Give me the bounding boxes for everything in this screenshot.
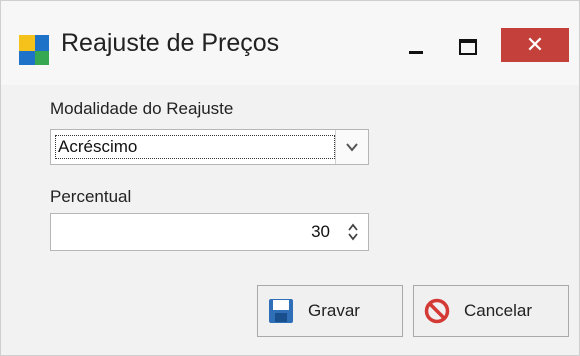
chevron-down-icon bbox=[346, 143, 358, 152]
percentual-input[interactable]: 30 bbox=[50, 213, 369, 251]
maximize-button[interactable] bbox=[445, 31, 491, 61]
save-button[interactable]: Gravar bbox=[257, 285, 403, 337]
no-entry-icon bbox=[424, 298, 450, 324]
spin-up-icon[interactable] bbox=[347, 222, 359, 232]
spin-down-icon[interactable] bbox=[347, 232, 359, 242]
app-icon bbox=[19, 35, 49, 65]
percentual-label: Percentual bbox=[50, 187, 132, 206]
save-label: Gravar bbox=[308, 301, 360, 320]
floppy-disk-icon bbox=[269, 299, 293, 323]
modalidade-select[interactable]: Acréscimo bbox=[50, 129, 369, 165]
close-icon: ✕ bbox=[525, 32, 545, 57]
minimize-button[interactable] bbox=[395, 31, 441, 61]
modalidade-value[interactable]: Acréscimo bbox=[55, 135, 335, 159]
spin-buttons[interactable] bbox=[338, 214, 368, 250]
dialog-window: Reajuste de Preços ✕ Modalidade do Reaju… bbox=[0, 0, 580, 356]
modalidade-label: Modalidade do Reajuste bbox=[50, 99, 234, 118]
close-button[interactable]: ✕ bbox=[501, 28, 569, 62]
window-title: Reajuste de Preços bbox=[61, 29, 280, 57]
cancel-label: Cancelar bbox=[464, 301, 533, 320]
title-bar[interactable]: Reajuste de Preços ✕ bbox=[1, 1, 579, 85]
cancel-button[interactable]: Cancelar bbox=[413, 285, 569, 337]
dropdown-button[interactable] bbox=[335, 130, 368, 164]
percentual-value[interactable]: 30 bbox=[311, 222, 330, 242]
